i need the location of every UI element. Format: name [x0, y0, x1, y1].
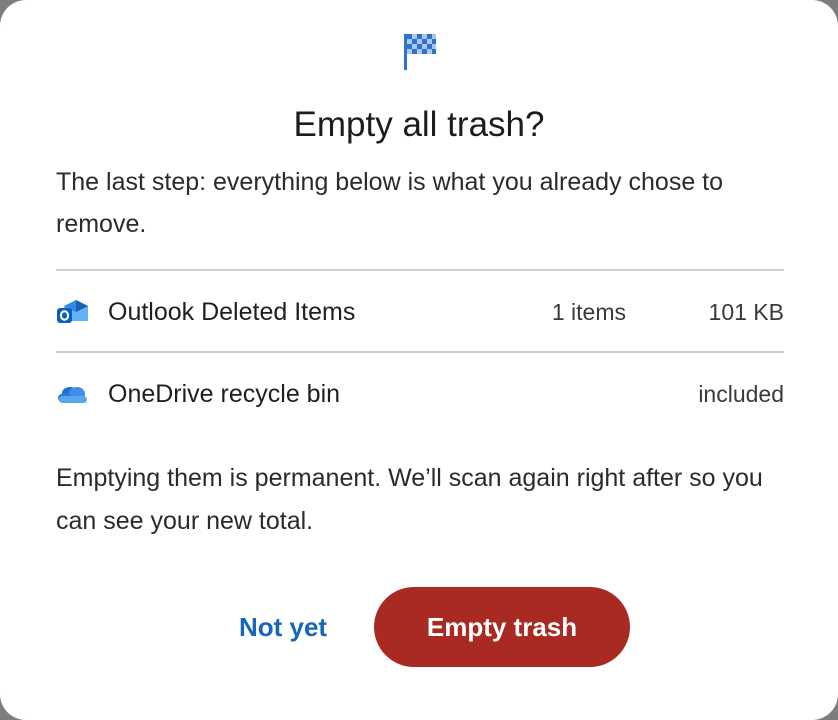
- empty-trash-dialog: Empty all trash? The last step: everythi…: [0, 0, 838, 720]
- list-item-name: OneDrive recycle bin: [108, 379, 341, 408]
- dialog-title: Empty all trash?: [293, 105, 545, 144]
- not-yet-button[interactable]: Not yet: [222, 602, 344, 652]
- empty-trash-button[interactable]: Empty trash: [374, 587, 630, 667]
- divider: [56, 351, 784, 353]
- list-item-count: 1 items: [551, 298, 626, 325]
- onedrive-icon: [56, 379, 90, 409]
- outlook-icon: [56, 297, 90, 327]
- permanent-warning-text: Emptying them is permanent. We’ll scan a…: [56, 464, 763, 535]
- list-item-onedrive: OneDrive recycle bin included: [56, 374, 784, 414]
- finish-flag-icon: [404, 34, 436, 70]
- list-item-size: included: [698, 380, 784, 407]
- divider: [56, 269, 784, 271]
- list-item-size: 101 KB: [708, 298, 784, 325]
- dialog-intro-text: The last step: everything below is what …: [56, 168, 724, 238]
- list-item-name: Outlook Deleted Items: [108, 297, 356, 326]
- list-item-outlook: Outlook Deleted Items 1 items 101 KB: [56, 292, 784, 332]
